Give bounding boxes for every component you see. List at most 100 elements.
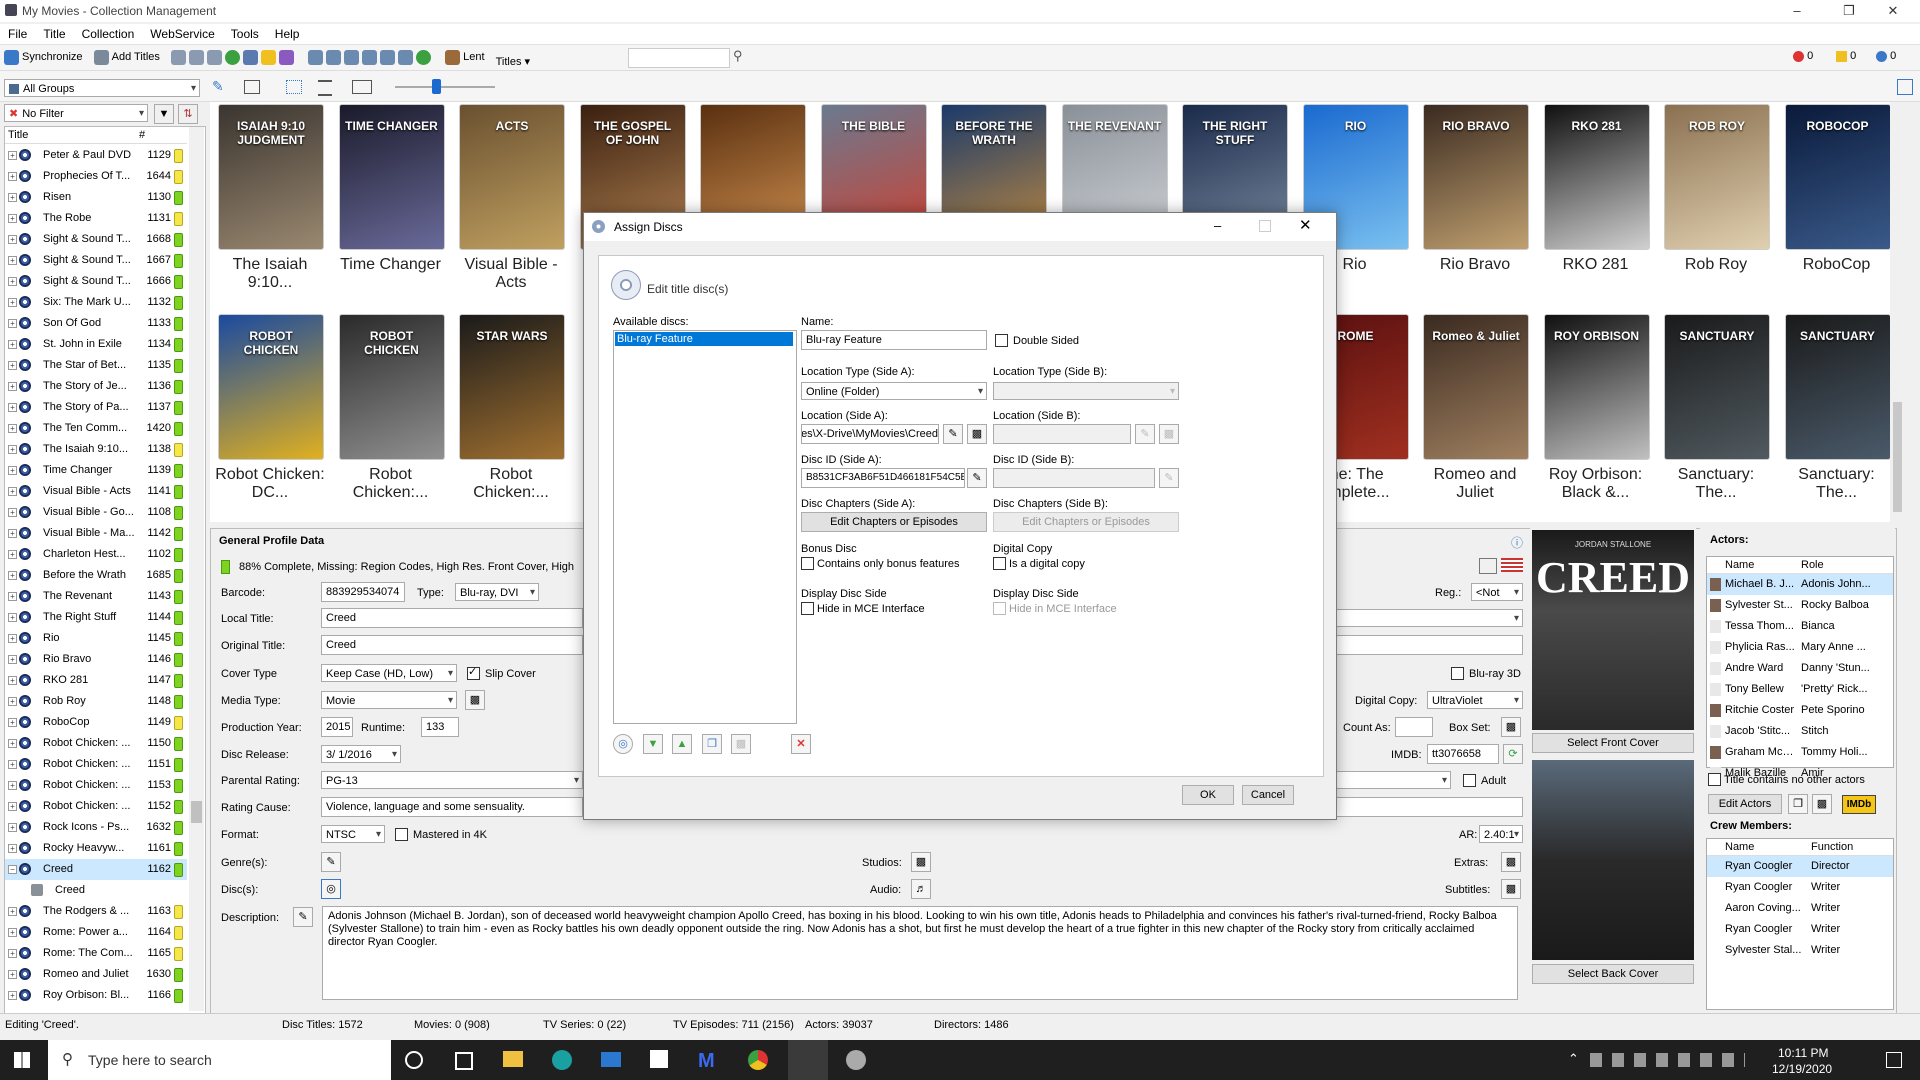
mastered-4k-checkbox[interactable] [395, 828, 408, 841]
list-item[interactable]: + Rome: Power a... 1164 [5, 922, 187, 943]
expand-icon[interactable]: + [8, 382, 17, 391]
location-a-field[interactable]: Movies\X-Drive\MyMovies\Creed [801, 424, 939, 444]
expand-icon[interactable]: + [8, 445, 17, 454]
cover-thumbnail[interactable]: ROBOCOP [1784, 104, 1891, 250]
expand-icon[interactable]: + [8, 949, 17, 958]
list-item[interactable]: + Risen 1130 [5, 187, 187, 208]
crew-function-header[interactable]: Function [1811, 839, 1853, 855]
actor-row[interactable]: Tony Bellew 'Pretty' Rick... [1707, 679, 1893, 700]
actor-row[interactable]: Andre Ward Danny 'Stun... [1707, 658, 1893, 679]
list-item[interactable]: + Rio Bravo 1146 [5, 649, 187, 670]
expand-icon[interactable]: + [8, 487, 17, 496]
list-item[interactable]: + Visual Bible - Acts 1141 [5, 481, 187, 502]
list-item[interactable]: + Rob Roy 1148 [5, 691, 187, 712]
cover-type-dropdown[interactable]: Keep Case (HD, Low) [321, 664, 457, 682]
browse-location-a-icon[interactable]: ✎ [943, 424, 963, 444]
expand-icon[interactable]: + [8, 277, 17, 286]
warning-count[interactable]: 0 [1836, 50, 1856, 62]
expand-icon[interactable]: + [8, 844, 17, 853]
actor-row[interactable]: Phylicia Ras... Mary Anne ... [1707, 637, 1893, 658]
actors-role-header[interactable]: Role [1801, 557, 1824, 573]
extras-edit-button[interactable]: ▩ [1501, 852, 1521, 872]
task-view-icon[interactable] [455, 1052, 473, 1070]
menu-title[interactable]: Title [35, 24, 73, 44]
crew-row[interactable]: Ryan Coogler Writer [1707, 877, 1893, 898]
production-year-field[interactable]: 2015 [321, 717, 353, 737]
titles-dropdown[interactable]: Titles ▾ [492, 51, 534, 73]
column-number-header[interactable]: # [139, 129, 145, 141]
list-item[interactable]: + Rock Icons - Ps... 1632 [5, 817, 187, 838]
parental-rating-dropdown[interactable]: PG-13 [321, 771, 583, 789]
description-field[interactable]: Adonis Johnson (Michael B. Jordan), son … [322, 906, 1518, 1000]
crew-row[interactable]: Ryan Coogler Director [1707, 856, 1893, 877]
add-disc-icon[interactable]: ◎ [613, 734, 633, 754]
studios-edit-button[interactable]: ▩ [911, 852, 931, 872]
cover-thumbnail[interactable]: ROB ROY [1664, 104, 1770, 250]
genres-edit-button[interactable]: ✎ [321, 852, 341, 872]
adult-checkbox[interactable] [1463, 774, 1476, 787]
edit-actors-button[interactable]: Edit Actors [1708, 794, 1782, 814]
menu-webservice[interactable]: WebService [142, 24, 222, 44]
minimize-icon[interactable]: – [1774, 0, 1820, 22]
digital-copy-checkbox[interactable] [993, 557, 1006, 570]
edit-pencil-icon[interactable]: ✎ [212, 78, 224, 95]
list-item[interactable]: + Sight & Sound T... 1668 [5, 229, 187, 250]
double-sided-checkbox[interactable] [995, 334, 1008, 347]
paste-icon[interactable]: ▩ [1812, 794, 1832, 814]
list-item[interactable]: + St. John in Exile 1134 [5, 334, 187, 355]
list-item[interactable]: + Prophecies Of T... 1644 [5, 166, 187, 187]
list-item[interactable]: + The Story of Pa... 1137 [5, 397, 187, 418]
front-cover-image[interactable]: JORDAN STALLONE CREED [1532, 530, 1694, 730]
slip-cover-checkbox[interactable] [467, 665, 480, 680]
toolbar-icon-group-2[interactable] [304, 46, 438, 68]
disc-id-a-edit-icon[interactable]: ✎ [967, 468, 987, 488]
region-dropdown[interactable]: <Not [1471, 583, 1523, 601]
filter-dropdown[interactable]: ✖ No Filter [4, 104, 148, 122]
list-item[interactable]: + Rio 1145 [5, 628, 187, 649]
edit-chapters-a-button[interactable]: Edit Chapters or Episodes [801, 512, 987, 532]
cortana-icon[interactable] [405, 1051, 423, 1069]
list-item[interactable]: Creed [5, 880, 187, 901]
crew-row[interactable]: Sylvester Stal... Writer [1707, 940, 1893, 961]
list-item[interactable]: + The Isaiah 9:10... 1138 [5, 439, 187, 460]
menu-tools[interactable]: Tools [223, 24, 267, 44]
menu-file[interactable]: File [0, 24, 35, 44]
expand-icon[interactable]: + [8, 697, 17, 706]
fullscreen-icon[interactable] [1897, 79, 1913, 95]
app-icon[interactable] [846, 1050, 866, 1070]
toolbar-icon-group-1[interactable] [167, 46, 301, 68]
search-input[interactable] [628, 48, 730, 68]
available-discs-list[interactable]: Blu-ray Feature [613, 330, 797, 724]
clock-date[interactable]: 12/19/2020 [1772, 1062, 1832, 1076]
tray-chevron-icon[interactable]: ⌃ [1568, 1051, 1579, 1067]
cancel-button[interactable]: Cancel [1242, 785, 1294, 805]
disc-list-item[interactable]: Blu-ray Feature [615, 332, 793, 346]
expand-icon[interactable]: + [8, 529, 17, 538]
cover-thumbnail[interactable]: TIME CHANGER [338, 104, 445, 250]
expand-icon[interactable]: + [8, 256, 17, 265]
group-dropdown[interactable]: All Groups [4, 79, 200, 97]
list-item[interactable]: + Charleton Hest... 1102 [5, 544, 187, 565]
bluray-3d-checkbox[interactable] [1451, 667, 1464, 680]
cover-thumbnail[interactable]: STAR WARS [459, 314, 565, 460]
list-view-icon[interactable] [318, 80, 332, 96]
mymovies-icon[interactable]: M [698, 1050, 715, 1073]
list-item[interactable]: + Sight & Sound T... 1666 [5, 271, 187, 292]
expand-icon[interactable]: + [8, 823, 17, 832]
actors-name-header[interactable]: Name [1725, 557, 1754, 573]
barcode-field[interactable]: 883929534074 [321, 582, 405, 602]
store-icon[interactable] [650, 1050, 668, 1068]
list-item[interactable]: + Robot Chicken: ... 1150 [5, 733, 187, 754]
crew-name-header[interactable]: Name [1725, 839, 1754, 855]
move-up-icon[interactable]: ▲ [672, 734, 692, 754]
cover-thumbnail[interactable]: ROBOT CHICKEN [338, 314, 445, 460]
imdb-logo[interactable]: IMDb [1842, 795, 1876, 814]
error-count[interactable]: 0 [1793, 50, 1813, 62]
expand-icon[interactable]: + [8, 634, 17, 643]
list-item[interactable]: + Visual Bible - Go... 1108 [5, 502, 187, 523]
cover-thumbnail[interactable]: ISAIAH 9:10 JUDGMENT [218, 104, 324, 250]
type-dropdown[interactable]: Blu-ray, DVI [455, 583, 539, 601]
info-icon[interactable]: ⓘ [1511, 534, 1523, 551]
hide-mce-a-checkbox[interactable] [801, 602, 814, 615]
select-front-cover-button[interactable]: Select Front Cover [1532, 733, 1694, 753]
